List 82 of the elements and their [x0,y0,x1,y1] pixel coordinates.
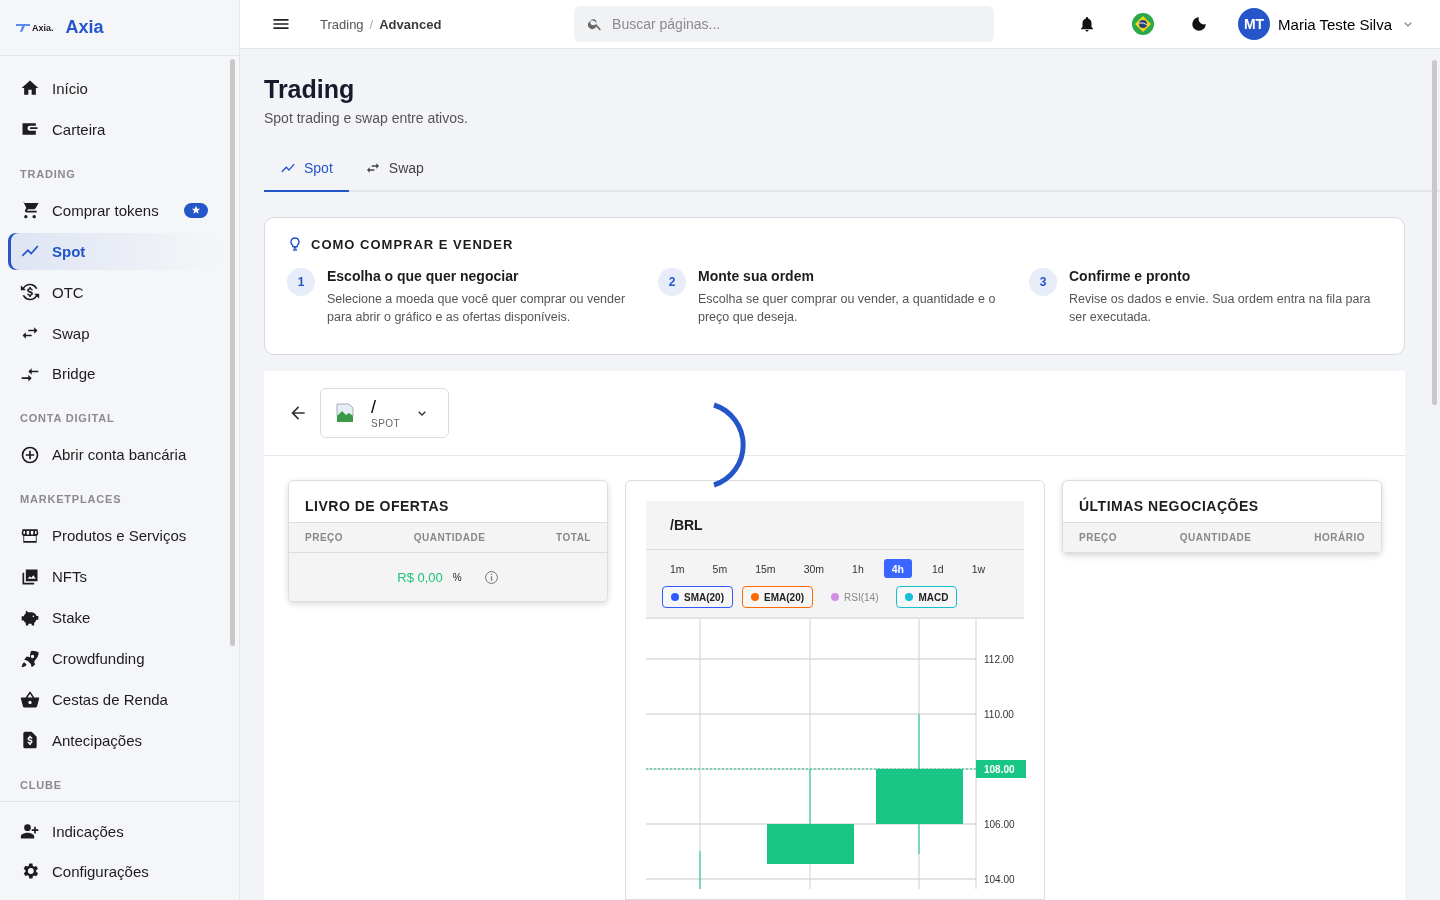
sidebar-item[interactable]: Início [8,70,220,107]
step-title: Confirme e pronto [1069,268,1192,284]
market-type: SPOT [371,417,401,429]
column-header: PREÇO [305,532,344,543]
column-header: QUANTIDADE [413,532,486,543]
timeframe-button[interactable]: 15m [747,559,784,578]
search-field[interactable]: Buscar páginas... [574,6,995,42]
chart-pair: /BRL [646,501,1024,550]
timeframe-button[interactable]: 1h [844,559,872,578]
step-description: Escolha se quer comprar ou vender, a quantidade e o preço que deseja. [698,291,997,326]
sidebar-item[interactable]: Stake [8,599,220,637]
timeframe-button[interactable]: 1d [924,559,952,578]
last-price: R$ 0,00 [397,569,443,585]
flag-icon [1132,13,1155,35]
lightbulb-icon [287,236,303,252]
price-change: % [452,571,462,583]
brand-logo: Axia. [16,22,54,33]
scrollbar[interactable] [1432,60,1437,405]
section-heading: CONTA DIGITAL [19,411,116,427]
column-header: TOTAL [556,532,591,543]
section-heading: TRADING [19,166,77,182]
scrollbar[interactable] [230,59,235,646]
sidebar-item[interactable]: NFTs [8,558,220,596]
timeframe-button[interactable]: 1m [662,559,693,578]
sidebar-item[interactable]: Configurações [8,852,220,890]
column-header: PREÇO [1079,532,1118,543]
sidebar-item[interactable]: Indicações [8,812,220,850]
pair-selector[interactable]: / SPOT [320,388,450,438]
sidebar-item[interactable]: Carteira [8,110,220,148]
breadcrumb-separator: / [369,16,374,32]
page-title: Trading [264,75,356,104]
timeframe-button[interactable]: 1w [963,559,994,578]
breadcrumb-item[interactable]: Trading [320,16,364,32]
tab[interactable]: Swap [348,146,440,192]
sidebar-item[interactable]: Abrir conta bancária [8,436,220,474]
tab[interactable]: Spot [264,146,349,192]
search-icon [587,16,604,32]
dollar-document-icon [20,730,40,751]
axis-label: 104.00 [984,874,1015,885]
step-number: 1 [287,268,315,296]
rocket-icon [20,648,40,669]
step-description: Selecione a moeda que você quer comprar ou vender para abrir o gráfico e as ofertas disponíveis. [327,291,627,326]
indicator-toggle[interactable]: EMA(20) [742,586,814,608]
moon-icon [1190,15,1209,33]
axis-label: 106.00 [984,819,1015,830]
column-header: HORÁRIO [1314,532,1365,543]
pair-symbol: / [371,397,376,416]
section-heading: CLUBE [19,777,63,793]
sidebar-item[interactable]: Cestas de Renda [8,681,220,718]
step-title: Escolha o que quer negociar [327,268,520,284]
info-icon[interactable] [483,569,499,585]
axis-label: 112.00 [984,654,1014,665]
sidebar-item[interactable]: Crowdfunding [8,640,220,678]
page-subtitle: Spot trading e swap entre ativos. [264,110,469,126]
sidebar-item[interactable]: Antecipações [8,722,220,759]
timeframe-button[interactable]: 5m [704,559,736,578]
sidebar-item[interactable]: Bridge [8,355,220,393]
sidebar-item[interactable]: Produtos e Serviços [8,517,220,555]
column-header: QUANTIDADE [1179,532,1252,543]
sidebar-item[interactable]: OTC [8,273,220,311]
sidebar-item[interactable]: Swap [8,314,220,352]
guide-title: COMO COMPRAR E VENDER [311,236,514,252]
step-title: Monte sua ordem [698,268,815,284]
user-menu[interactable]: MT Maria Teste Silva [1238,8,1416,40]
indicator-toggle[interactable]: MACD [896,586,958,608]
broken-image-icon [335,402,357,424]
step-number: 3 [1029,268,1057,296]
user-avatar: MT [1238,8,1271,40]
step-number: 2 [658,268,686,296]
breadcrumb-item: Advanced [379,16,442,32]
timeframe-button[interactable]: 30m [795,559,833,578]
person-add-icon [20,821,40,841]
axis-label: 110.00 [984,709,1014,720]
dollar-cycle-icon [20,282,40,303]
timeframe-button[interactable]: 4h [883,559,912,578]
section-heading: MARKETPLACES [19,492,123,508]
sidebar-item[interactable]: Comprar tokens [8,191,220,229]
current-price-label: 108.00 [976,760,1026,778]
brand-name: Axia [65,17,104,38]
basket-icon [20,689,40,710]
step-description: Revise os dados e envie. Sua ordem entra na fila para ser executada. [1069,291,1372,326]
indicator-toggle[interactable]: SMA(20) [662,586,733,608]
